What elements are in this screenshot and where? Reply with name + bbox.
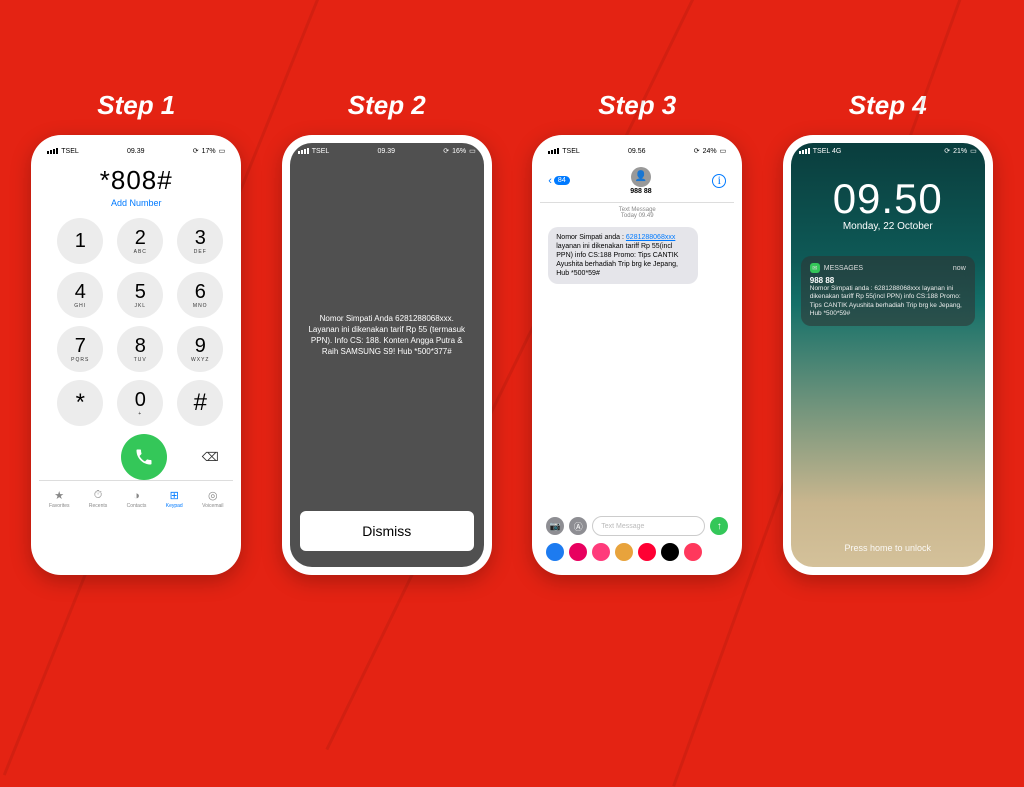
imessage-app[interactable] bbox=[546, 543, 564, 561]
status-bar: TSEL 4G ⟳21%▭ bbox=[791, 143, 985, 159]
keypad-key-*[interactable]: * bbox=[57, 380, 103, 426]
dialed-number: *808# bbox=[39, 165, 233, 196]
battery-icon: ▭ bbox=[469, 147, 476, 155]
appstore-icon: Ⓐ bbox=[574, 520, 583, 533]
battery-icon: ▭ bbox=[219, 147, 226, 155]
lock-screen-time: 09.50 bbox=[791, 175, 985, 223]
phone-step1: TSEL 09.39 ⟳17%▭ *808# Add Number 1 2ABC 3… bbox=[31, 135, 241, 575]
imessage-app[interactable] bbox=[615, 543, 633, 561]
camera-button[interactable]: 📷 bbox=[546, 517, 564, 535]
notification-sender: 988 88 bbox=[810, 276, 966, 285]
keypad-key-8[interactable]: 8TUV bbox=[117, 326, 163, 372]
arrow-up-icon: ↑ bbox=[717, 521, 722, 532]
tab-keypad[interactable]: ⊞Keypad bbox=[166, 489, 183, 509]
favorites-icon: ★ bbox=[54, 489, 64, 502]
contacts-icon: ◑ bbox=[133, 490, 140, 502]
voicemail-icon: ◎ bbox=[208, 489, 218, 502]
keypad-key-9[interactable]: 9WXYZ bbox=[177, 326, 223, 372]
ussd-message: Nomor Simpati Anda 6281288068xxx. Layana… bbox=[306, 313, 468, 358]
signal-icon bbox=[298, 148, 309, 154]
keypad-key-6[interactable]: 6MNO bbox=[177, 272, 223, 318]
add-number-link[interactable]: Add Number bbox=[39, 198, 233, 208]
signal-icon bbox=[47, 148, 58, 154]
keypad-key-#[interactable]: # bbox=[177, 380, 223, 426]
phone-step4: TSEL 4G ⟳21%▭ 09.50 Monday, 22 October ✉… bbox=[783, 135, 993, 575]
status-bar: TSEL 09.39 ⟳16%▭ bbox=[290, 143, 484, 159]
camera-icon: 📷 bbox=[550, 521, 561, 532]
battery-icon: ▭ bbox=[970, 147, 977, 155]
phone-step3: TSEL 09.56 ⟳24%▭ ‹84 👤 988 88 i Text Mes… bbox=[532, 135, 742, 575]
info-button[interactable]: i bbox=[712, 174, 726, 188]
message-timestamp: Text MessageToday 09.49 bbox=[540, 207, 734, 219]
imessage-app[interactable] bbox=[569, 543, 587, 561]
step-label-2: Step 2 bbox=[348, 90, 426, 121]
keypad-icon: ⊞ bbox=[170, 489, 179, 502]
keypad-key-2[interactable]: 2ABC bbox=[117, 218, 163, 264]
app-store-button[interactable]: Ⓐ bbox=[569, 517, 587, 535]
phone-number-link[interactable]: 6281288068xxx bbox=[626, 234, 675, 241]
message-input[interactable]: Text Message bbox=[592, 516, 705, 536]
tab-voicemail[interactable]: ◎Voicemail bbox=[202, 489, 223, 509]
messages-app-icon: ✉ bbox=[810, 263, 820, 273]
keypad-key-4[interactable]: 4GHI bbox=[57, 272, 103, 318]
keypad-key-1[interactable]: 1 bbox=[57, 218, 103, 264]
status-bar: TSEL 09.39 ⟳17%▭ bbox=[39, 143, 233, 159]
backspace-icon: ⌫ bbox=[202, 450, 219, 464]
notification-body: Nomor Simpati anda : 6281288068xxx layan… bbox=[810, 285, 966, 319]
imessage-app[interactable] bbox=[592, 543, 610, 561]
keypad-key-0[interactable]: 0+ bbox=[117, 380, 163, 426]
contact-header[interactable]: 👤 988 88 bbox=[630, 167, 651, 195]
keypad-key-7[interactable]: 7PQRS bbox=[57, 326, 103, 372]
call-button[interactable] bbox=[121, 434, 167, 480]
recents-icon: ⏱ bbox=[94, 489, 103, 502]
send-button[interactable]: ↑ bbox=[710, 517, 728, 535]
lock-screen-date: Monday, 22 October bbox=[791, 221, 985, 232]
imessage-app[interactable] bbox=[684, 543, 702, 561]
step-label-1: Step 1 bbox=[97, 90, 175, 121]
signal-icon bbox=[548, 148, 559, 154]
signal-icon bbox=[799, 148, 810, 154]
chevron-left-icon: ‹ bbox=[548, 175, 552, 187]
back-button[interactable]: ‹84 bbox=[548, 175, 569, 187]
phone-icon bbox=[134, 447, 154, 467]
sms-bubble: Nomor Simpati anda : 6281288068xxx layan… bbox=[548, 227, 698, 284]
imessage-app[interactable] bbox=[638, 543, 656, 561]
keypad-key-5[interactable]: 5JKL bbox=[117, 272, 163, 318]
delete-button[interactable]: ⌫ bbox=[195, 447, 225, 467]
battery-icon: ▭ bbox=[720, 147, 727, 155]
tab-favorites[interactable]: ★Favorites bbox=[49, 489, 70, 509]
unlock-hint: Press home to unlock bbox=[791, 543, 985, 553]
keypad-key-3[interactable]: 3DEF bbox=[177, 218, 223, 264]
imessage-app[interactable] bbox=[661, 543, 679, 561]
tab-recents[interactable]: ⏱Recents bbox=[89, 489, 107, 509]
notification-card[interactable]: ✉MESSAGES now 988 88 Nomor Simpati anda … bbox=[801, 256, 975, 326]
dismiss-button[interactable]: Dismiss bbox=[300, 511, 474, 551]
avatar-icon: 👤 bbox=[631, 167, 651, 187]
tab-contacts[interactable]: ◑Contacts bbox=[127, 490, 147, 509]
status-bar: TSEL 09.56 ⟳24%▭ bbox=[540, 143, 734, 159]
phone-step2: TSEL 09.39 ⟳16%▭ Nomor Simpati Anda 6281… bbox=[282, 135, 492, 575]
